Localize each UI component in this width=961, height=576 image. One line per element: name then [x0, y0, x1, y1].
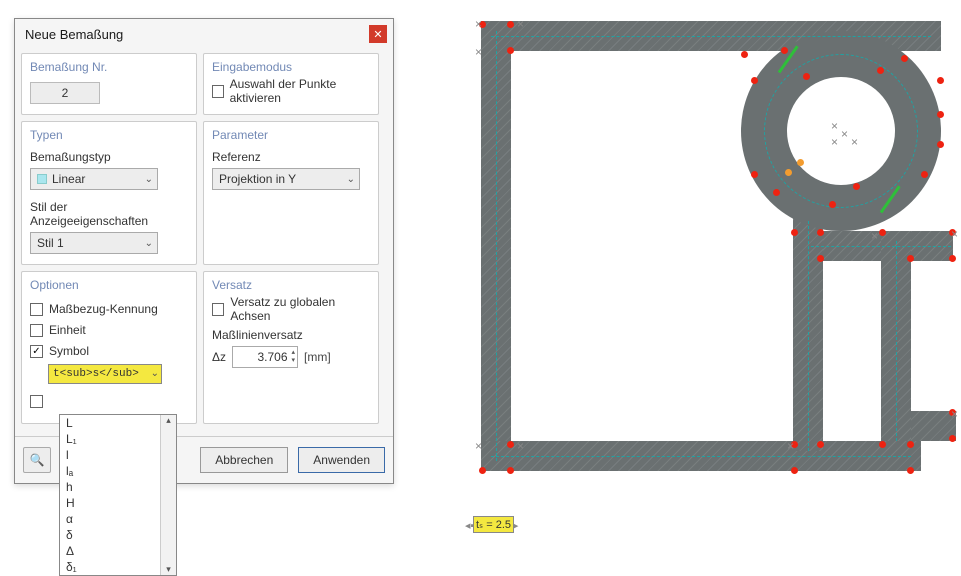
checkbox-massbezug[interactable] [30, 303, 43, 316]
group-optionen: Optionen Maßbezug-Kennung Einheit ✓ Symb… [21, 271, 197, 424]
x-mark-icon: × [951, 227, 958, 241]
spinner-icon[interactable]: ▴▾ [292, 349, 296, 365]
checkbox-symbol[interactable]: ✓ [30, 345, 43, 358]
x-mark-icon: × [831, 119, 838, 133]
symbol-dropdown-list: LL₁llₐhHαδΔδ₁ ▴▾ [59, 414, 177, 576]
einheit-label: Einheit [49, 323, 86, 337]
x-mark-icon: × [517, 439, 524, 453]
bemassungstyp-select[interactable]: Linear ⌄ [30, 168, 158, 190]
bemassung-nr-value: 2 [62, 86, 69, 100]
dropdown-item[interactable]: δ [60, 527, 160, 543]
symbol-select[interactable]: t<sub>s</sub> ⌄ [48, 364, 162, 384]
symbol-label: Symbol [49, 344, 89, 358]
group-versatz: Versatz Versatz zu globalen Achsen Maßli… [203, 271, 379, 424]
symbol-select-value: t<sub>s</sub> [53, 368, 139, 380]
dropdown-item[interactable]: α [60, 511, 160, 527]
bemassungstyp-label: Bemaßungstyp [30, 150, 188, 164]
dropdown-item[interactable]: L₁ [60, 431, 160, 447]
dropdown-scrollbar[interactable]: ▴▾ [160, 415, 176, 575]
group-eingabemodus: Eingabemodus Auswahl der Punkte aktivier… [203, 53, 379, 115]
chevron-down-icon: ⌄ [347, 174, 355, 185]
dropdown-item[interactable]: Δ [60, 543, 160, 559]
massbezug-label: Maßbezug-Kennung [49, 302, 158, 316]
x-mark-icon: × [851, 135, 858, 149]
globale-label: Versatz zu globalen Achsen [230, 295, 370, 323]
bemassung-nr-heading: Bemaßung Nr. [30, 60, 188, 74]
stil-label: Stil der Anzeigeeigenschaften [30, 200, 188, 228]
eingabemodus-heading: Eingabemodus [212, 60, 370, 74]
checkbox-globale[interactable] [212, 303, 224, 316]
x-mark-icon: × [475, 45, 482, 59]
dialog-titlebar[interactable]: Neue Bemaßung ✕ [15, 19, 393, 49]
typen-heading: Typen [30, 128, 188, 142]
checkbox-auswahl-label: Auswahl der Punkte aktivieren [230, 77, 370, 105]
x-mark-icon: × [475, 17, 482, 31]
dropdown-item[interactable]: h [60, 479, 160, 495]
dropdown-item[interactable]: δ₁ [60, 559, 160, 575]
apply-button-label: Anwenden [313, 453, 370, 467]
checkbox-extra[interactable] [30, 395, 43, 408]
x-mark-icon: × [951, 407, 958, 421]
scroll-up-icon[interactable]: ▴ [166, 415, 171, 426]
preview-button[interactable]: 🔍 [23, 447, 51, 473]
referenz-value: Projektion in Y [219, 172, 296, 186]
dropdown-item[interactable]: l [60, 447, 160, 463]
group-parameter: Parameter Referenz Projektion in Y ⌄ [203, 121, 379, 265]
chevron-down-icon: ⌄ [151, 368, 159, 380]
referenz-label: Referenz [212, 150, 370, 164]
chevron-down-icon: ⌄ [145, 174, 153, 185]
optionen-heading: Optionen [30, 278, 188, 292]
dropdown-item[interactable]: H [60, 495, 160, 511]
dialog-title: Neue Bemaßung [25, 27, 123, 42]
x-mark-icon: × [831, 135, 838, 149]
stil-select[interactable]: Stil 1 ⌄ [30, 232, 158, 254]
delta-z-label: Δz [212, 350, 226, 364]
dropdown-item[interactable]: L [60, 415, 160, 431]
x-mark-icon: × [841, 127, 848, 141]
delta-z-input[interactable]: 3.706 ▴▾ [232, 346, 298, 368]
dropdown-item[interactable]: lₐ [60, 463, 160, 479]
chevron-down-icon: ⌄ [145, 238, 153, 249]
delta-z-value: 3.706 [233, 350, 291, 364]
scroll-down-icon[interactable]: ▾ [166, 564, 171, 575]
checkbox-einheit[interactable] [30, 324, 43, 337]
apply-button[interactable]: Anwenden [298, 447, 385, 473]
group-bemassung-nr: Bemaßung Nr. 2 [21, 53, 197, 115]
versatz-heading: Versatz [212, 278, 370, 292]
referenz-select[interactable]: Projektion in Y ⌄ [212, 168, 360, 190]
group-typen: Typen Bemaßungstyp Linear ⌄ Stil der Anz… [21, 121, 197, 265]
dimension-label[interactable]: tₛ = 2.5 [473, 516, 514, 533]
cancel-button-label: Abbrechen [215, 453, 273, 467]
checkbox-auswahl-punkte[interactable] [212, 85, 224, 98]
close-icon: ✕ [373, 28, 382, 41]
x-mark-icon: × [871, 229, 878, 243]
dimension-label-text: tₛ = 2.5 [476, 519, 511, 531]
bemassung-nr-input[interactable]: 2 [30, 82, 100, 104]
color-swatch-icon [37, 174, 47, 184]
magnifier-icon: 🔍 [30, 453, 45, 467]
delta-z-unit: [mm] [304, 350, 331, 364]
x-mark-icon: × [475, 439, 482, 453]
dialog-neue-bemassung: Neue Bemaßung ✕ Bemaßung Nr. 2 Eingabemo… [14, 18, 394, 484]
masslinien-label: Maßlinienversatz [212, 328, 370, 342]
cad-canvas[interactable]: × × × × × × × × × × × × × ◂▪ ▪▸ tₛ = 2.5 [450, 10, 960, 555]
close-button[interactable]: ✕ [369, 25, 387, 43]
x-mark-icon: × [787, 439, 794, 453]
x-mark-icon: × [517, 17, 524, 31]
stil-value: Stil 1 [37, 236, 64, 250]
cancel-button[interactable]: Abbrechen [200, 447, 288, 473]
bemassungstyp-value: Linear [52, 172, 85, 186]
parameter-heading: Parameter [212, 128, 370, 142]
